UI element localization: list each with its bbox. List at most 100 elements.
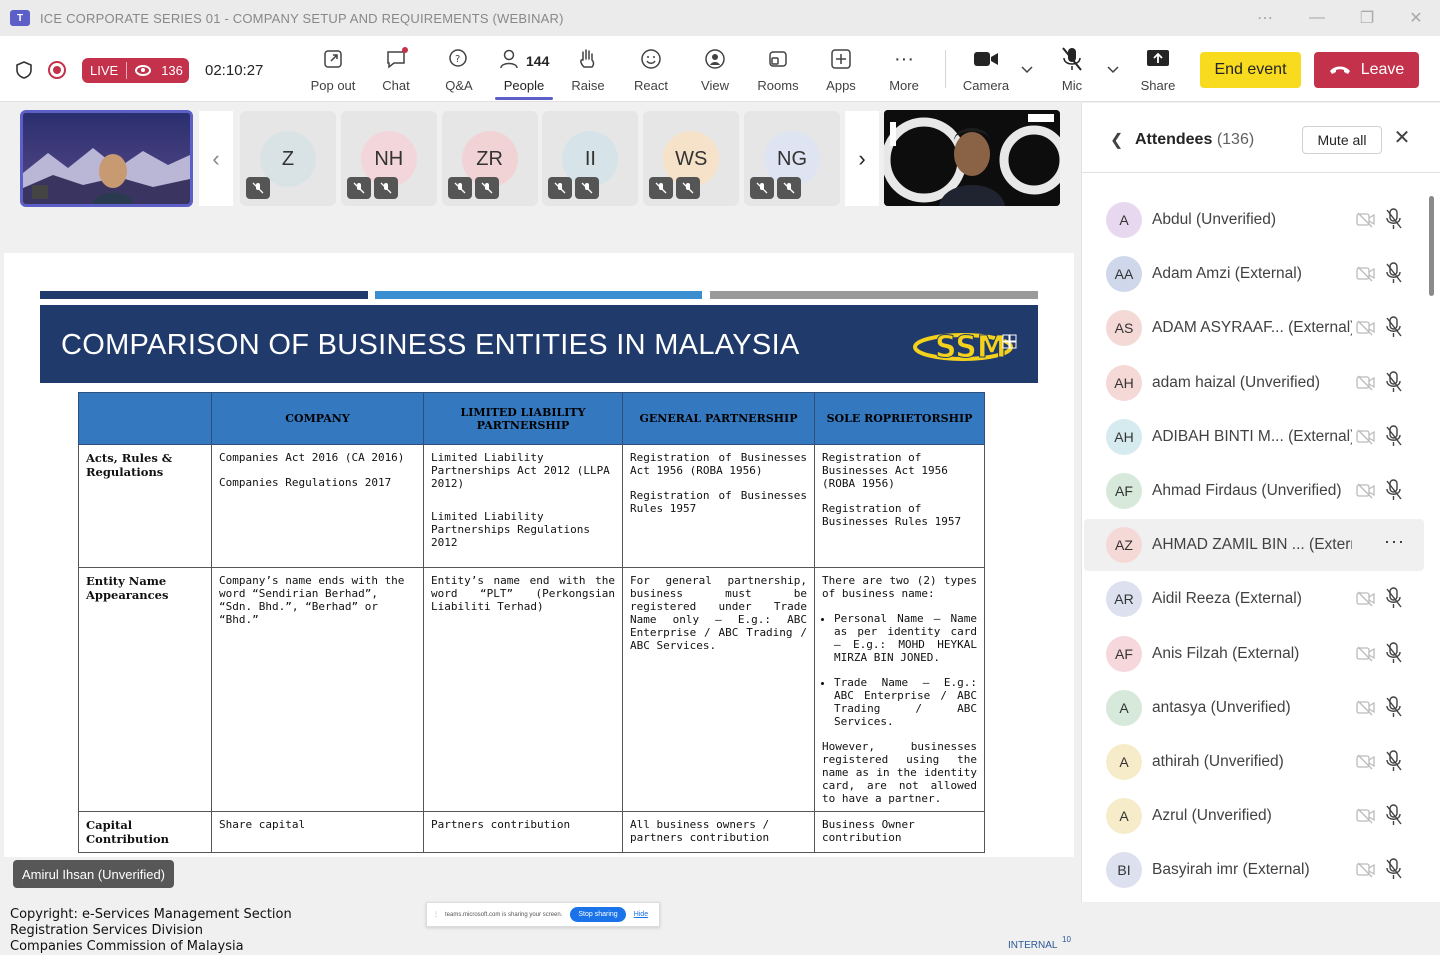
apps-button[interactable]: Apps <box>811 46 871 96</box>
share-label: Share <box>1140 78 1176 93</box>
table-cell: Companies Act 2016 (CA 2016) Companies Re… <box>211 444 424 568</box>
attendee-row[interactable]: BI Basyirah imr (External) <box>1084 844 1424 896</box>
presenter-video-feed <box>884 110 1060 206</box>
attendee-row[interactable]: Aathirah (Unverified) <box>1084 736 1424 788</box>
camera-off-icon <box>447 177 472 199</box>
gallery-next-button[interactable]: › <box>845 111 879 206</box>
attendee-name: Basyirah imr (External) <box>1152 861 1310 879</box>
camera-options-chevron-icon[interactable] <box>1020 62 1034 76</box>
recording-icon[interactable] <box>48 61 66 79</box>
camera-off-icon <box>1356 646 1375 662</box>
self-video-feed <box>23 113 190 204</box>
mute-all-button[interactable]: Mute all <box>1302 126 1382 154</box>
view-button[interactable]: View <box>685 46 745 96</box>
attendee-name: ADAM ASYRAAF... (External) <box>1152 319 1352 337</box>
presenter-video-tile[interactable] <box>884 110 1060 206</box>
react-button[interactable]: React <box>621 46 681 96</box>
table-cell: All business owners / partners contribut… <box>622 811 815 853</box>
camera-off-icon <box>649 177 674 199</box>
mic-muted-icon <box>676 177 701 199</box>
back-chevron-icon[interactable]: ❮ <box>1110 130 1123 150</box>
mic-muted-icon[interactable] <box>1385 262 1403 284</box>
share-button[interactable]: Share <box>1128 46 1188 96</box>
stop-sharing-button[interactable]: Stop sharing <box>570 907 626 922</box>
react-label: React <box>634 78 668 93</box>
raise-hand-button[interactable]: Raise <box>558 46 618 96</box>
more-label: More <box>889 78 919 93</box>
participant-tile[interactable]: NG <box>744 111 840 206</box>
attendee-row[interactable]: AF Anis Filzah (External) <box>1084 628 1424 680</box>
minimize-button[interactable]: — <box>1292 0 1342 36</box>
self-video-tile[interactable] <box>20 110 193 207</box>
table-row: Entity Name Appearances Company’s name e… <box>78 567 985 812</box>
slide-title-banner: COMPARISON OF BUSINESS ENTITIES IN MALAY… <box>40 305 1038 383</box>
drag-handle-icon[interactable]: ⋮ <box>433 911 439 918</box>
mic-options-chevron-icon[interactable] <box>1106 62 1120 76</box>
avatar: AR <box>1106 581 1142 618</box>
mic-muted-icon[interactable] <box>1385 804 1403 826</box>
chevron-left-icon: ‹ <box>212 145 220 171</box>
mic-muted-icon[interactable] <box>1385 425 1403 447</box>
qa-button[interactable]: ? Q&A <box>429 46 489 96</box>
header-llp: LIMITED LIABILITY PARTNERSHIP <box>423 392 623 445</box>
gallery-prev-button[interactable]: ‹ <box>199 111 233 206</box>
popout-button[interactable]: Pop out <box>303 46 363 96</box>
mic-button[interactable]: Mic <box>1042 46 1102 96</box>
chat-button[interactable]: Chat <box>366 46 426 96</box>
attendee-row[interactable]: A Azrul (Unverified) <box>1084 790 1424 842</box>
hand-icon <box>575 46 601 72</box>
table-cell: Partners contribution <box>423 811 623 853</box>
more-dots-icon: ··· <box>894 47 914 70</box>
attendee-row[interactable]: AZ AHMAD ZAMIL BIN ... (External) ··· <box>1084 519 1424 572</box>
chat-label: Chat <box>382 78 410 93</box>
table-cell: Share capital <box>211 811 424 853</box>
attendee-row[interactable]: AA Adam Amzi (External) <box>1084 248 1424 300</box>
mic-muted-icon[interactable] <box>1385 208 1403 230</box>
participant-tile[interactable]: Z <box>240 111 336 206</box>
attendee-row[interactable]: AH ADIBAH BINTI M... (External) <box>1084 411 1424 463</box>
mic-muted-icon[interactable] <box>1385 641 1403 664</box>
view-label: View <box>701 78 729 93</box>
attendee-row[interactable]: AF Ahmad Firdaus (Unverified) <box>1084 465 1424 517</box>
mic-muted-icon[interactable] <box>1385 370 1403 393</box>
attendee-row[interactable]: AR Aidil Reeza (External) <box>1084 573 1424 625</box>
more-options-icon[interactable]: ··· <box>1384 531 1405 552</box>
mic-muted-icon[interactable] <box>1385 479 1403 501</box>
close-window-button[interactable]: ✕ <box>1391 0 1440 36</box>
people-label: People <box>503 78 545 93</box>
shield-icon[interactable] <box>14 60 34 80</box>
apps-label: Apps <box>826 78 856 93</box>
attendees-panel: ❮ Attendees (136) Mute all ✕ A Abdul (Unv… <box>1081 103 1440 902</box>
participant-tile[interactable]: NH <box>340 111 437 206</box>
leave-button[interactable]: Leave <box>1314 52 1419 88</box>
mic-muted-icon[interactable] <box>1385 587 1403 609</box>
participant-tile[interactable]: WS <box>643 111 740 206</box>
attendee-row[interactable]: AH adam haizal (Unverified) <box>1084 357 1424 409</box>
attendee-row[interactable]: Aantasya (Unverified) <box>1084 682 1424 734</box>
mic-muted-icon[interactable] <box>1385 316 1403 338</box>
camera-button[interactable]: Camera <box>956 46 1016 96</box>
attendee-row[interactable]: A Abdul (Unverified) <box>1084 194 1424 246</box>
panel-scrollbar[interactable] <box>1429 196 1434 296</box>
close-panel-icon[interactable]: ✕ <box>1392 128 1412 148</box>
more-options-icon[interactable]: ⋯ <box>1240 0 1290 36</box>
attendee-row[interactable]: AS ADAM ASYRAAF... (External) <box>1084 302 1424 354</box>
end-event-button[interactable]: End event <box>1200 52 1301 88</box>
meeting-timer: 02:10:27 <box>205 62 264 79</box>
rooms-button[interactable]: Rooms <box>748 46 808 96</box>
avatar: BI <box>1106 852 1142 889</box>
more-button[interactable]: ··· More <box>874 46 934 96</box>
viewers-eye-icon <box>135 65 152 76</box>
participant-tile[interactable]: II <box>542 111 639 206</box>
mic-muted-icon[interactable] <box>1385 696 1403 718</box>
mic-muted-icon[interactable] <box>1385 750 1403 772</box>
avatar: AF <box>1106 635 1142 672</box>
avatar: A <box>1106 744 1142 780</box>
table-cell: Business Owner contribution <box>814 811 985 853</box>
row-label-name: Entity Name Appearances <box>78 567 212 812</box>
live-status-badge[interactable]: LIVE 136 <box>82 58 189 83</box>
participant-tile[interactable]: ZR <box>441 111 538 206</box>
hide-notice-link[interactable]: Hide <box>634 911 648 918</box>
restore-button[interactable]: ❐ <box>1342 0 1392 36</box>
mic-muted-icon[interactable] <box>1385 858 1403 880</box>
